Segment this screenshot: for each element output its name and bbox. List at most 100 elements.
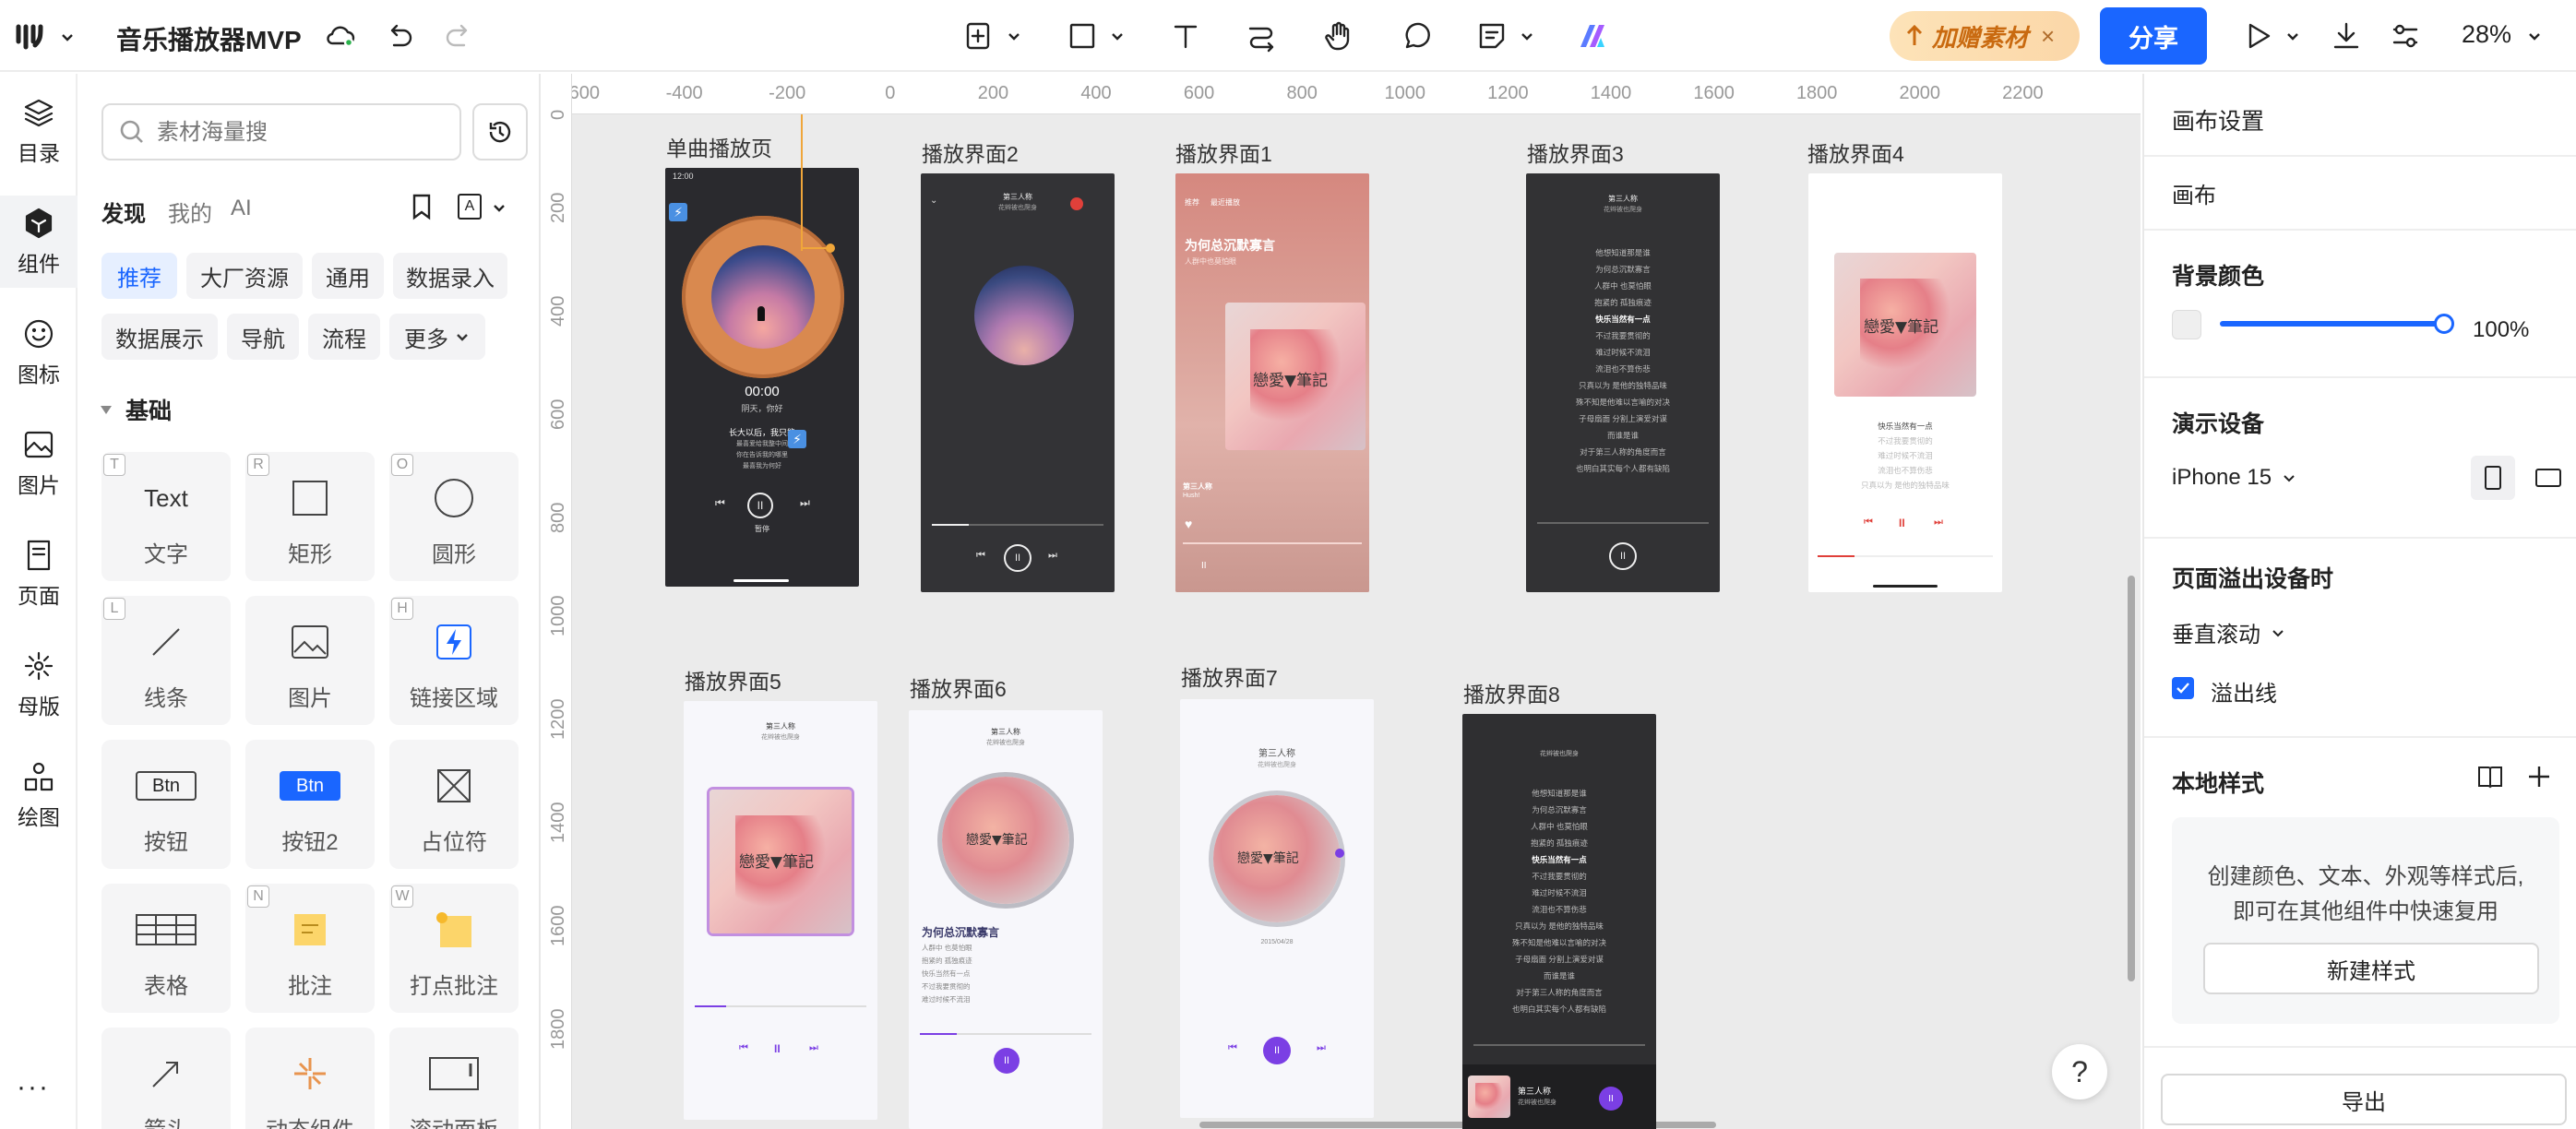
pause-icon[interactable]: II: [1899, 517, 1905, 529]
chip-recommend[interactable]: 推荐: [101, 253, 177, 299]
tab-recent[interactable]: 最近播放: [1210, 197, 1240, 208]
pause-icon[interactable]: II: [747, 493, 773, 518]
opacity-slider-handle[interactable]: [2434, 314, 2454, 334]
next-icon[interactable]: ⏭: [1048, 550, 1057, 562]
play-preview-icon[interactable]: [2238, 17, 2277, 55]
rail-item-components[interactable]: 组件: [0, 196, 78, 288]
chevron-down-icon[interactable]: [2284, 28, 2301, 44]
pause-icon[interactable]: II: [1004, 544, 1032, 572]
landscape-toggle[interactable]: [2526, 456, 2570, 500]
opacity-slider-track[interactable]: [2220, 321, 2441, 327]
pause-button[interactable]: II: [1263, 1037, 1291, 1064]
frame-play-1[interactable]: 推荐 最近播放 为何总沉默寡言 人群中也莫怕眼 戀愛▼筆記 第三人称 Hush!…: [1175, 173, 1369, 592]
overflow-line-checkbox[interactable]: [2172, 677, 2194, 699]
frame-title[interactable]: 播放界面6: [910, 671, 1007, 703]
undo-icon[interactable]: [380, 17, 419, 55]
portrait-toggle[interactable]: [2471, 456, 2515, 500]
prev-icon[interactable]: ⏮: [739, 1042, 748, 1054]
pause-button[interactable]: II: [1599, 1087, 1623, 1111]
note-tool-icon[interactable]: [1473, 17, 1511, 55]
frame-title[interactable]: 播放界面7: [1181, 660, 1278, 692]
new-style-button[interactable]: 新建样式: [2203, 943, 2539, 994]
frame-title[interactable]: 播放界面8: [1463, 677, 1560, 708]
rail-item-pages[interactable]: 页面: [0, 528, 78, 620]
chevron-down-icon[interactable]: ⌄: [930, 196, 937, 206]
hand-tool-icon[interactable]: [1319, 17, 1358, 55]
search-input[interactable]: [157, 116, 443, 149]
project-title[interactable]: 音乐播放器MVP: [116, 20, 302, 57]
tile-dot-note[interactable]: W 打点批注: [389, 884, 519, 1013]
next-icon[interactable]: ⏭: [1934, 517, 1943, 529]
chip-big-company[interactable]: 大厂资源: [186, 253, 303, 299]
frame-play-7[interactable]: 第三人称 花辫被也爬身 戀愛▼筆記 2015/04/28 II ⏮ ⏭: [1180, 699, 1374, 1118]
progress-track[interactable]: [1183, 542, 1362, 544]
download-icon[interactable]: [2327, 17, 2366, 55]
rectangle-tool-icon[interactable]: [1063, 17, 1102, 55]
chevron-down-icon[interactable]: [1109, 28, 1126, 44]
pause-icon[interactable]: II: [1609, 542, 1637, 570]
more-icon[interactable]: ···: [17, 1072, 50, 1103]
promo-badge[interactable]: 加赠素材 ×: [1890, 11, 2080, 61]
ai-assistant-icon[interactable]: [1574, 17, 1613, 55]
tab-mine[interactable]: 我的: [168, 196, 212, 228]
pause-icon[interactable]: II: [774, 1042, 781, 1055]
frame-play-2[interactable]: 第三人称 花辫被也爬身 ⌄ II ⏮ ⏭: [921, 173, 1115, 592]
zoom-level[interactable]: 28%: [2462, 20, 2511, 49]
tile-table[interactable]: 表格: [101, 884, 231, 1013]
tile-button2[interactable]: Btn 按钮2: [245, 740, 375, 869]
logo-menu[interactable]: [15, 18, 79, 55]
tab-ai[interactable]: AI: [231, 196, 252, 221]
tile-link-area[interactable]: H 链接区域: [389, 596, 519, 725]
frame-single-play[interactable]: 12:00 ⚡ 00:00 阴天，你好 长大以后，我只能 最喜爱给我整中间 你在…: [665, 168, 859, 587]
frame-title[interactable]: 播放界面2: [922, 137, 1019, 168]
chip-data-entry[interactable]: 数据录入: [393, 253, 507, 299]
chip-flow[interactable]: 流程: [308, 314, 380, 360]
connector-tool-icon[interactable]: [1242, 17, 1281, 55]
progress-knob[interactable]: [1335, 849, 1344, 858]
history-button[interactable]: [472, 103, 528, 160]
design-canvas[interactable]: -600 -400 -200 0 200 400 600 800 1000 1200 1400 160…: [543, 74, 2141, 1129]
section-basic[interactable]: 基础: [100, 393, 172, 426]
overflow-select[interactable]: 垂直滚动: [2172, 616, 2286, 648]
cloud-sync-icon[interactable]: [321, 17, 360, 55]
opacity-value[interactable]: 100%: [2473, 317, 2529, 343]
next-icon[interactable]: ⏭: [1317, 1042, 1326, 1054]
settings-sliders-icon[interactable]: [2386, 17, 2425, 55]
tile-note[interactable]: N 批注: [245, 884, 375, 1013]
bg-color-swatch[interactable]: [2172, 310, 2201, 339]
pause-button[interactable]: II: [994, 1048, 1020, 1074]
mini-player[interactable]: 第三人称 花辫被也爬身 II: [1462, 1064, 1656, 1129]
text-tool-icon[interactable]: [1166, 17, 1205, 55]
prev-icon[interactable]: ⏮: [1864, 517, 1873, 529]
frame-play-8[interactable]: 花辫被也爬身 他想知道那是谁 为何总沉默寡言 人群中 也莫怕眼 抱紧的 孤独痕迹…: [1462, 714, 1656, 1129]
close-icon[interactable]: ×: [2041, 22, 2055, 51]
tab-recommend[interactable]: 推荐: [1185, 197, 1199, 208]
share-button[interactable]: 分享: [2100, 7, 2207, 65]
next-icon[interactable]: ⏭: [800, 496, 810, 510]
help-button[interactable]: ?: [2052, 1044, 2107, 1099]
frame-title[interactable]: 播放界面5: [685, 664, 781, 695]
favorite-badge[interactable]: [1070, 197, 1083, 210]
vertical-scrollbar[interactable]: [2128, 576, 2135, 981]
chip-navigation[interactable]: 导航: [227, 314, 299, 360]
frame-title[interactable]: 播放界面3: [1527, 137, 1624, 168]
frame-play-3[interactable]: 第三人称 花辫被也爬身 他想知道那是谁 为何总沉默寡言 人群中 也莫怕眼 抱紧的…: [1526, 173, 1720, 592]
chevron-down-icon[interactable]: [1006, 28, 1022, 44]
frame-play-6[interactable]: 第三人称 花辫被也爬身 戀愛▼筆記 为何总沉默寡言 人群中 也莫怕眼 抱紧的 孤…: [909, 710, 1103, 1129]
chip-more[interactable]: 更多: [389, 314, 485, 360]
tile-button[interactable]: Btn 按钮: [101, 740, 231, 869]
rail-item-icons[interactable]: 图标: [0, 306, 78, 398]
progress-track[interactable]: [1473, 1044, 1645, 1046]
tile-circle[interactable]: O 圆形: [389, 452, 519, 581]
progress-track[interactable]: [1537, 522, 1709, 524]
frame-title[interactable]: 播放界面1: [1175, 137, 1272, 168]
rail-item-drawing[interactable]: 绘图: [0, 749, 78, 841]
font-library-icon[interactable]: A: [458, 194, 482, 220]
tile-scroll-panel[interactable]: 滚动面板: [389, 1028, 519, 1129]
tile-image[interactable]: 图片: [245, 596, 375, 725]
prev-icon[interactable]: ⏮: [1228, 1042, 1237, 1054]
rail-item-masters[interactable]: 母版: [0, 638, 78, 731]
book-icon[interactable]: [2476, 764, 2504, 790]
next-icon[interactable]: ⏭: [809, 1042, 818, 1054]
chevron-down-icon[interactable]: [2526, 28, 2543, 44]
